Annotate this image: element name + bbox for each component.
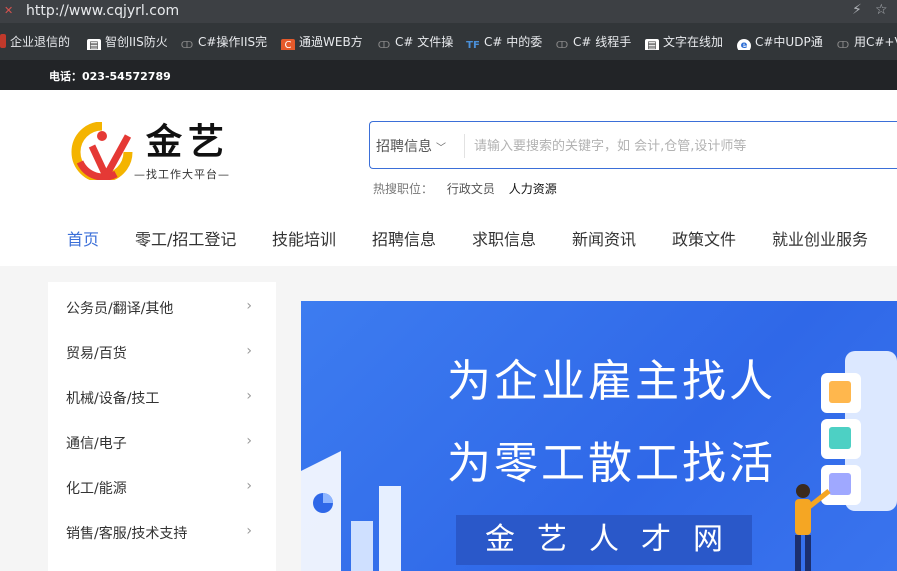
banner-brand: 金艺人才网 [456, 515, 752, 565]
bookmark-item[interactable]: ↀ C# 线程手 [555, 34, 631, 50]
bookmark-icon [0, 34, 6, 48]
sidebar-item[interactable]: 销售/客服/技术支持 › [66, 523, 266, 553]
search-box: 招聘信息 ﹀ [369, 121, 897, 169]
person-with-cards-illustration-icon [795, 351, 897, 571]
sidebar-item[interactable]: 贸易/百货 › [66, 343, 266, 373]
chevron-down-icon: ﹀ [436, 143, 446, 154]
bookmark-icon: ↀ [555, 40, 569, 50]
bookmark-item[interactable]: C 通過WEB方 [281, 34, 363, 50]
sidebar-item[interactable]: 化工/能源 › [66, 478, 266, 508]
top-contact-bar: 电话：023-54572789 [0, 60, 897, 90]
banner-headline-2: 为零工散工找活 [447, 438, 776, 489]
hero-banner[interactable]: 为企业雇主找人 为零工散工找活 金艺人才网 [301, 301, 897, 571]
banner-headline-1: 为企业雇主找人 [447, 356, 776, 407]
site-favicon-icon: ✕ [4, 4, 14, 17]
logo-subtitle: —找工作大平台— [134, 168, 230, 181]
star-icon[interactable]: ☆ [875, 2, 888, 18]
site-logo[interactable]: 金艺 —找工作大平台— [70, 120, 255, 185]
chevron-right-icon: › [246, 433, 252, 449]
search-category-select[interactable]: 招聘信息 ﹀ [376, 136, 446, 156]
page-icon: ▤ [87, 39, 101, 50]
bookmark-item[interactable]: ▤ 文字在线加 [645, 34, 727, 50]
tf-icon: TF [466, 40, 480, 50]
nav-item-home[interactable]: 首页 [67, 226, 99, 250]
bookmark-icon: ↀ [377, 40, 391, 50]
hot-searches: 热搜职位： 行政文员 人力资源 [373, 180, 557, 197]
bookmark-item[interactable]: ↀ用C#+V [836, 34, 897, 50]
category-sidebar: 公务员/翻译/其他 › 贸易/百货 › 机械/设备/技工 › 通信/电子 › 化工/能源… [48, 282, 276, 571]
nav-item-policy[interactable]: 政策文件 [672, 226, 736, 250]
nav-item-jobs[interactable]: 招聘信息 [372, 226, 436, 250]
chevron-right-icon: › [246, 523, 252, 539]
bookmark-item[interactable]: ▤ 智创IIS防火 [87, 34, 167, 50]
bookmarks-bar: 企业退信的 ▤ 智创IIS防火 ↀ C#操作IIS完 C 通過WEB方 ↀ C# 文件操… [0, 23, 897, 60]
phone-number: 电话：023-54572789 [49, 70, 171, 83]
search-divider [464, 134, 465, 158]
bookmark-icon: ↀ [180, 40, 194, 50]
bookmark-icon: ↀ [836, 40, 850, 50]
chevron-right-icon: › [246, 298, 252, 314]
hot-search-item[interactable]: 人力资源 [509, 182, 557, 196]
sidebar-item[interactable]: 机械/设备/技工 › [66, 388, 266, 418]
nav-item-gig-register[interactable]: 零工/招工登记 [135, 226, 236, 250]
sidebar-item[interactable]: 通信/电子 › [66, 433, 266, 463]
lightning-icon[interactable]: ⚡ [852, 2, 862, 18]
globe-icon: e [737, 39, 751, 50]
logo-title: 金艺 [146, 121, 231, 163]
browser-url-bar[interactable]: ✕ http://www.cqjyrl.com ⚡ ☆ [0, 0, 897, 23]
nav-item-news[interactable]: 新闻资讯 [572, 226, 636, 250]
nav-item-employment-services[interactable]: 就业创业服务 [772, 226, 868, 250]
hot-search-item[interactable]: 行政文员 [447, 182, 495, 196]
chevron-right-icon: › [246, 478, 252, 494]
chevron-right-icon: › [246, 388, 252, 404]
bookmark-item[interactable]: ↀ C# 文件操 [377, 34, 453, 50]
hot-label: 热搜职位： [373, 182, 434, 196]
sidebar-item[interactable]: 公务员/翻译/其他 › [66, 298, 266, 328]
main-nav: 首页 零工/招工登记 技能培训 招聘信息 求职信息 新闻资讯 政策文件 就业创业… [0, 226, 897, 256]
bookmark-item[interactable]: ↀ C#操作IIS完 [180, 34, 268, 50]
page-icon: ▤ [645, 39, 659, 50]
search-input[interactable] [474, 132, 884, 160]
nav-item-job-seekers[interactable]: 求职信息 [472, 226, 536, 250]
site-header: 金艺 —找工作大平台— 招聘信息﹀ 热搜职位： 行政文员 人力资源 首页 零工/… [0, 90, 897, 266]
chevron-right-icon: › [246, 343, 252, 359]
bookmark-item[interactable]: TF C# 中的委 [466, 34, 542, 50]
nav-item-training[interactable]: 技能培训 [272, 226, 336, 250]
logo-mark-icon [71, 122, 133, 180]
bookmark-item[interactable]: 企业退信的 [0, 34, 73, 50]
bar-chart-illustration-icon [301, 451, 401, 571]
c-icon: C [281, 39, 295, 50]
bookmark-item[interactable]: e C#中UDP通 [737, 34, 823, 50]
url-text[interactable]: http://www.cqjyrl.com [26, 1, 179, 21]
